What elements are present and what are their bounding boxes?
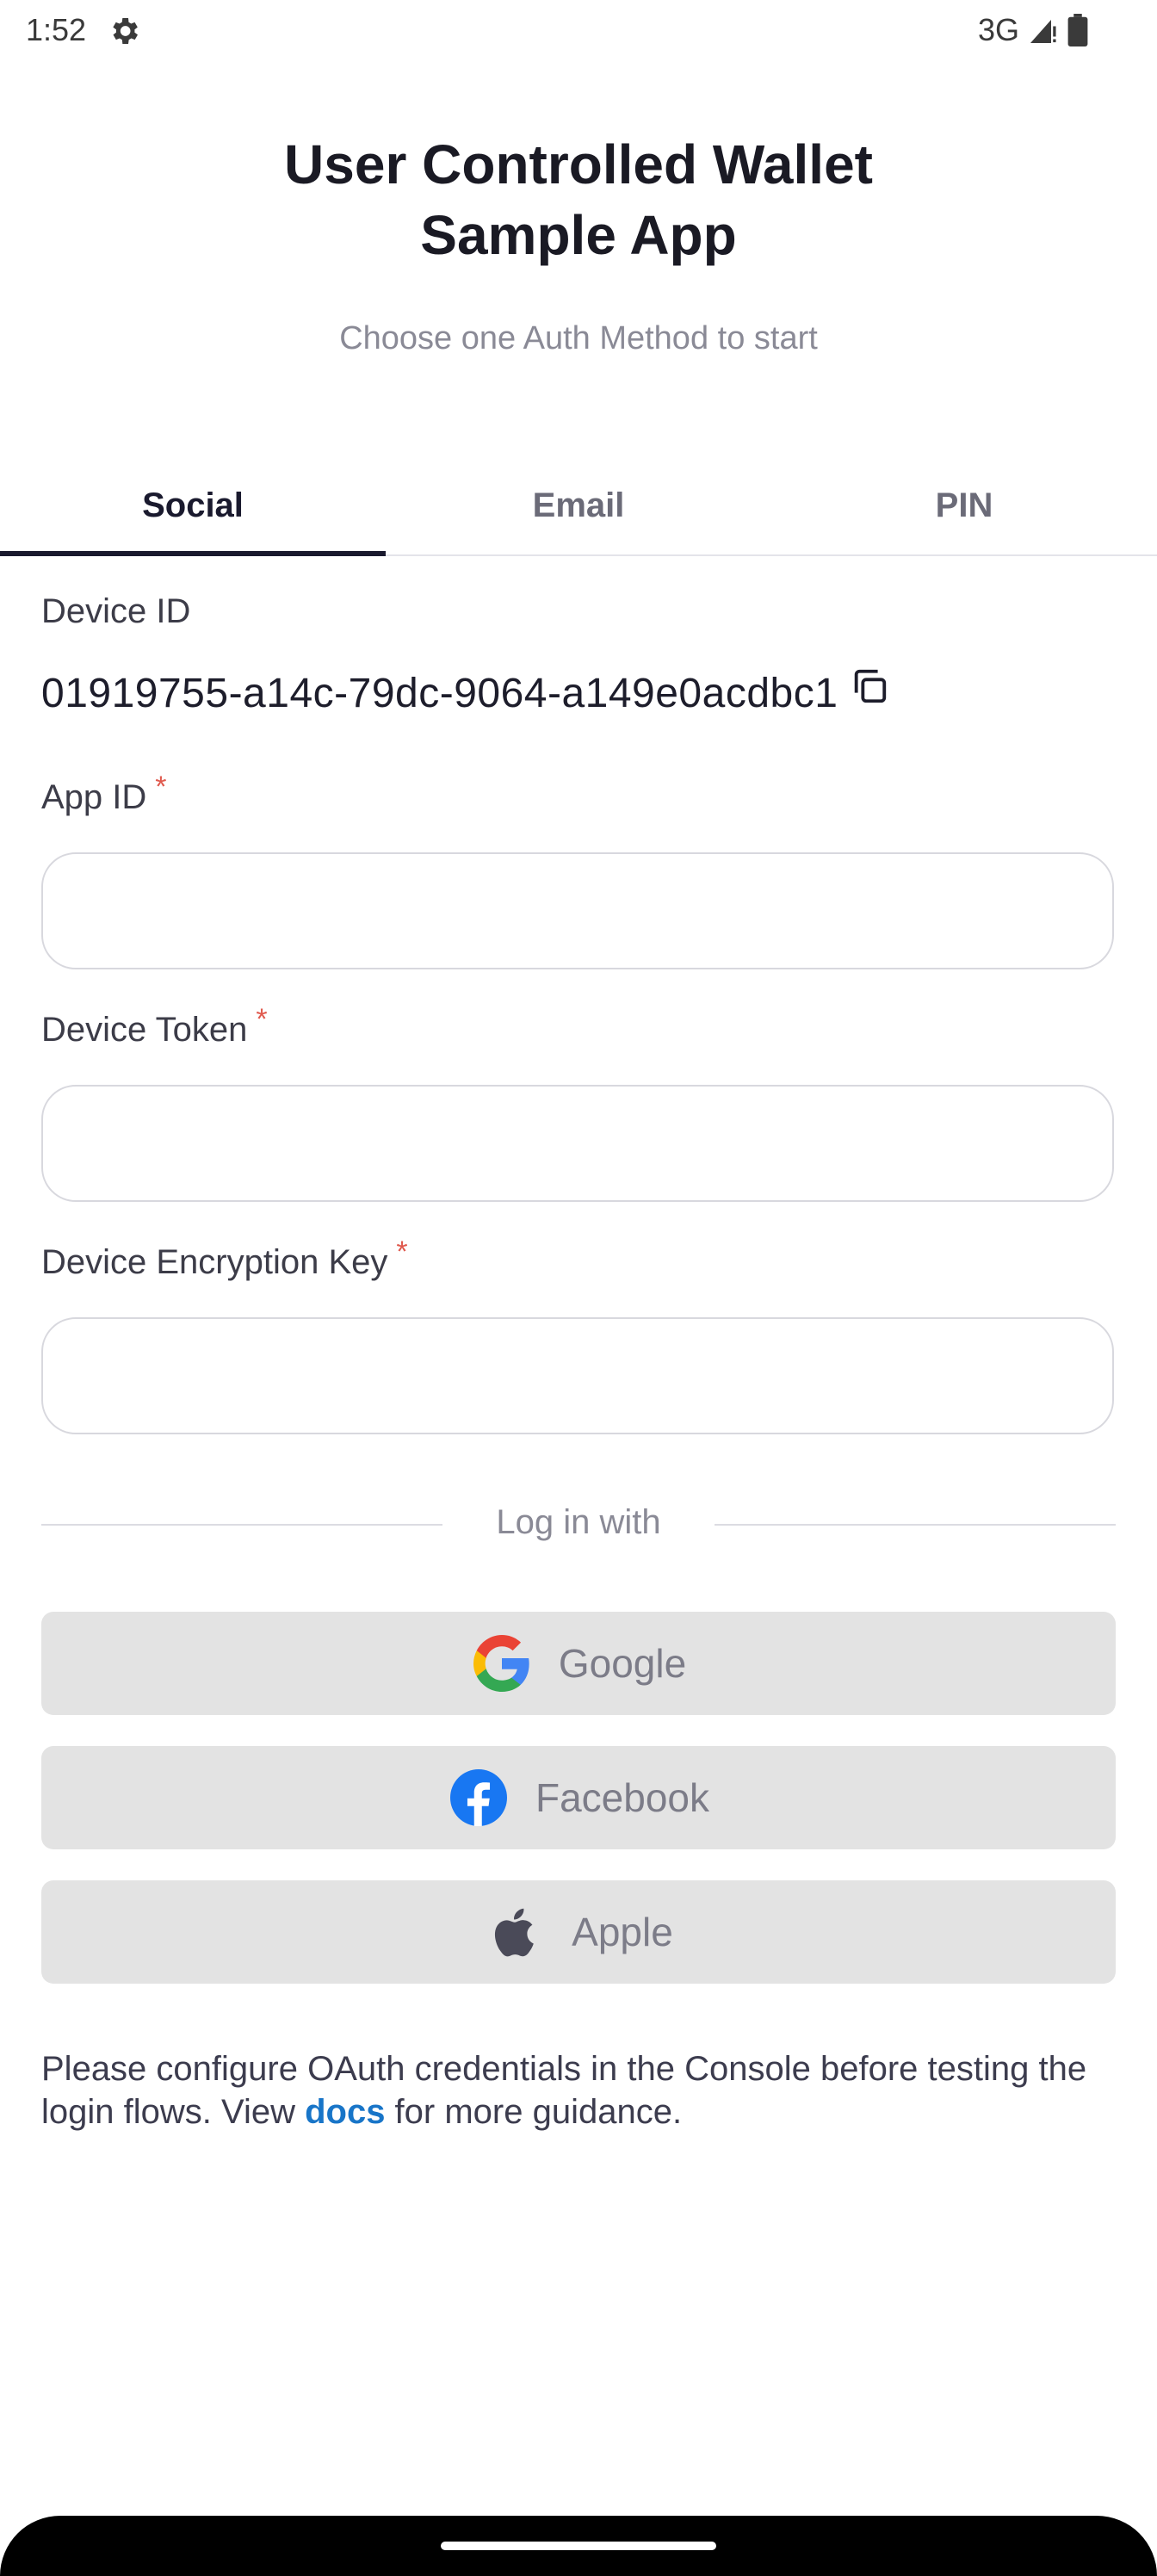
- google-login-button[interactable]: Google: [41, 1612, 1116, 1715]
- login-divider: Log in with: [41, 1498, 1116, 1550]
- device-token-input[interactable]: [41, 1085, 1114, 1202]
- apple-icon: [495, 1908, 534, 1957]
- required-mark: *: [155, 771, 167, 803]
- status-right: 3G: [978, 12, 1088, 48]
- facebook-login-button[interactable]: Facebook: [41, 1746, 1116, 1849]
- status-time: 1:52: [26, 12, 87, 47]
- status-bar: 1:52 3G: [0, 0, 1157, 62]
- device-id-value: 01919755-a14c-79dc-9064-a149e0acdbc1: [41, 671, 838, 716]
- apple-login-button[interactable]: Apple: [41, 1880, 1116, 1984]
- app-title: User Controlled Wallet Sample App: [0, 129, 1157, 270]
- battery-icon: [1067, 14, 1088, 46]
- required-mark: *: [396, 1235, 408, 1268]
- device-id-row: 01919755-a14c-79dc-9064-a149e0acdbc1: [41, 669, 889, 717]
- facebook-icon: [449, 1769, 507, 1826]
- facebook-button-label: Facebook: [535, 1775, 709, 1820]
- app-id-input[interactable]: [41, 852, 1114, 969]
- device-token-label: Device Token *: [41, 1003, 268, 1050]
- app-id-label-text: App ID: [41, 778, 147, 816]
- auth-method-tabs: Social Email PIN: [0, 456, 1157, 556]
- divider-text: Log in with: [496, 1503, 661, 1541]
- signal-icon: [1030, 20, 1056, 43]
- network-label: 3G: [977, 12, 1019, 47]
- tab-pin[interactable]: PIN: [771, 456, 1157, 554]
- gear-icon: [113, 18, 138, 44]
- google-icon: [473, 1635, 529, 1692]
- divider-line-right: [715, 1524, 1116, 1526]
- tab-email[interactable]: Email: [386, 456, 771, 554]
- required-mark: *: [256, 1003, 268, 1036]
- device-id-label: Device ID: [41, 592, 191, 630]
- app-title-line2: Sample App: [420, 204, 737, 266]
- tab-social[interactable]: Social: [0, 456, 386, 554]
- apple-button-label: Apple: [572, 1910, 673, 1954]
- copy-icon[interactable]: [850, 666, 889, 706]
- page-subtitle: Choose one Auth Method to start: [339, 320, 818, 356]
- app-title-line1: User Controlled Wallet: [284, 133, 873, 195]
- footer-text-after: for more guidance.: [385, 2093, 683, 2131]
- oauth-config-note: Please configure OAuth credentials in th…: [41, 2047, 1116, 2133]
- google-button-label: Google: [558, 1641, 687, 1686]
- device-encryption-key-label: Device Encryption Key *: [41, 1235, 408, 1282]
- active-tab-indicator: [0, 551, 386, 556]
- device-token-label-text: Device Token: [41, 1011, 248, 1049]
- home-handle[interactable]: [441, 2542, 716, 2550]
- app-id-label: App ID *: [41, 771, 167, 817]
- docs-link[interactable]: docs: [305, 2093, 385, 2131]
- device-encryption-key-input[interactable]: [41, 1317, 1114, 1434]
- device-encryption-key-label-text: Device Encryption Key: [41, 1243, 388, 1281]
